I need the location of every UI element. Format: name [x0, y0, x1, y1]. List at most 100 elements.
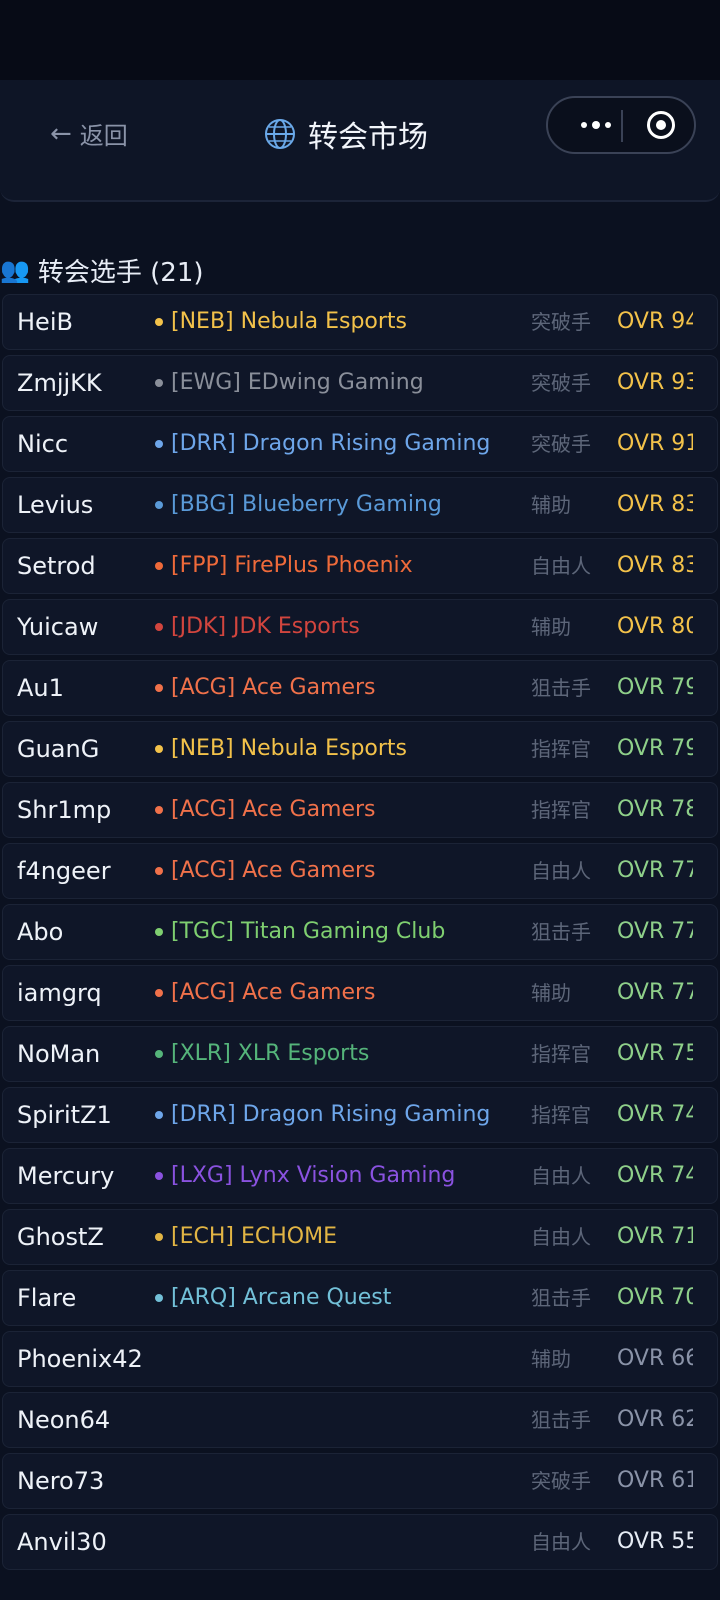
team-name: [DRR] Dragon Rising Gaming: [171, 431, 491, 456]
player-row[interactable]: Levius [BBG] Blueberry Gaming 辅助 OVR 83: [2, 477, 718, 533]
player-ovr: OVR 83: [617, 492, 693, 517]
team-name: [ACG] Ace Gamers: [171, 980, 376, 1005]
player-role: 辅助: [531, 493, 571, 517]
player-row[interactable]: NoMan [XLR] XLR Esports 指挥官 OVR 75: [2, 1026, 718, 1082]
player-row[interactable]: Anvil30 自由人 OVR 55: [2, 1514, 718, 1570]
team-color-dot: [155, 1172, 163, 1180]
player-row[interactable]: ZmjjKK [EWG] EDwing Gaming 突破手 OVR 93: [2, 355, 718, 411]
player-row[interactable]: Nicc [DRR] Dragon Rising Gaming 突破手 OVR 91: [2, 416, 718, 472]
player-team: [ACG] Ace Gamers: [155, 661, 376, 715]
player-ovr: OVR 77: [617, 858, 693, 883]
page-title-text: 转会市场: [308, 120, 428, 155]
player-role: 突破手: [531, 1469, 591, 1493]
player-row[interactable]: Shr1mp [ACG] Ace Gamers 指挥官 OVR 78: [2, 782, 718, 838]
player-role: 指挥官: [531, 737, 591, 761]
ovr-container: OVR 91: [617, 417, 693, 471]
team-name: [LXG] Lynx Vision Gaming: [171, 1163, 456, 1188]
team-color-dot: [155, 1111, 163, 1119]
ovr-container: OVR 93: [617, 356, 693, 410]
close-target-icon[interactable]: [647, 111, 675, 139]
player-name: Setrod: [17, 552, 96, 580]
player-row[interactable]: GhostZ [ECH] ECHOME 自由人 OVR 71: [2, 1209, 718, 1265]
page-title: 转会市场: [264, 112, 428, 156]
player-role: 狙击手: [531, 920, 591, 944]
team-name: [JDK] JDK Esports: [171, 614, 360, 639]
back-arrow-icon: ←: [50, 118, 72, 149]
player-ovr: OVR 62: [617, 1407, 693, 1432]
more-icon[interactable]: [576, 108, 616, 142]
team-color-dot: [155, 1294, 163, 1302]
player-row[interactable]: f4ngeer [ACG] Ace Gamers 自由人 OVR 77: [2, 843, 718, 899]
player-ovr: OVR 71: [617, 1224, 693, 1249]
team-color-dot: [155, 806, 163, 814]
player-row[interactable]: Neon64 狙击手 OVR 62: [2, 1392, 718, 1448]
player-ovr: OVR 77: [617, 919, 693, 944]
team-color-dot: [155, 379, 163, 387]
player-name: Neon64: [17, 1406, 111, 1434]
nav-bar: ← 返回 转会市场: [0, 80, 720, 186]
team-color-dot: [155, 318, 163, 326]
player-row[interactable]: Nero73 突破手 OVR 61: [2, 1453, 718, 1509]
ovr-container: OVR 79: [617, 661, 693, 715]
section-title: 转会选手 (21): [37, 257, 204, 288]
player-row[interactable]: iamgrq [ACG] Ace Gamers 辅助 OVR 77: [2, 965, 718, 1021]
player-role: 狙击手: [531, 1408, 591, 1432]
player-role: 指挥官: [531, 1103, 591, 1127]
player-team: [NEB] Nebula Esports: [155, 295, 407, 349]
player-row[interactable]: Au1 [ACG] Ace Gamers 狙击手 OVR 79: [2, 660, 718, 716]
ovr-container: OVR 83: [617, 539, 693, 593]
player-row[interactable]: Flare [ARQ] Arcane Quest 狙击手 OVR 70: [2, 1270, 718, 1326]
team-name: [NEB] Nebula Esports: [171, 309, 408, 334]
ovr-container: OVR 74: [617, 1088, 693, 1142]
status-bar: [0, 0, 720, 80]
ovr-container: OVR 77: [617, 966, 693, 1020]
player-ovr: OVR 66: [617, 1346, 693, 1371]
player-ovr: OVR 91: [617, 431, 693, 456]
team-color-dot: [155, 440, 163, 448]
player-row[interactable]: HeiB [NEB] Nebula Esports 突破手 OVR 94: [2, 294, 718, 350]
back-button[interactable]: ← 返回: [50, 116, 128, 151]
player-row[interactable]: Mercury [LXG] Lynx Vision Gaming 自由人 OVR 74: [2, 1148, 718, 1204]
player-name: Nicc: [17, 430, 69, 458]
player-role: 自由人: [531, 1225, 591, 1249]
player-row[interactable]: Yuicaw [JDK] JDK Esports 辅助 OVR 80: [2, 599, 718, 655]
team-color-dot: [155, 684, 163, 692]
player-ovr: OVR 79: [617, 675, 693, 700]
team-name: [TGC] Titan Gaming Club: [171, 919, 446, 944]
player-name: Flare: [17, 1284, 77, 1312]
player-row[interactable]: Setrod [FPP] FirePlus Phoenix 自由人 OVR 83: [2, 538, 718, 594]
player-ovr: OVR 77: [617, 980, 693, 1005]
team-name: [ACG] Ace Gamers: [171, 858, 376, 883]
player-team: [ACG] Ace Gamers: [155, 966, 376, 1020]
player-role: 辅助: [531, 615, 571, 639]
player-team: [ARQ] Arcane Quest: [155, 1271, 391, 1325]
ovr-container: OVR 77: [617, 905, 693, 959]
player-team: [TGC] Titan Gaming Club: [155, 905, 445, 959]
player-row[interactable]: Phoenix42 辅助 OVR 66: [2, 1331, 718, 1387]
player-row[interactable]: GuanG [NEB] Nebula Esports 指挥官 OVR 79: [2, 721, 718, 777]
player-role: 自由人: [531, 554, 591, 578]
player-name: Yuicaw: [17, 613, 99, 641]
player-role: 突破手: [531, 432, 591, 456]
team-color-dot: [155, 745, 163, 753]
player-row[interactable]: Abo [TGC] Titan Gaming Club 狙击手 OVR 77: [2, 904, 718, 960]
player-name: f4ngeer: [17, 857, 111, 885]
team-color-dot: [155, 989, 163, 997]
player-row[interactable]: SpiritZ1 [DRR] Dragon Rising Gaming 指挥官 OVR…: [2, 1087, 718, 1143]
player-role: 狙击手: [531, 1286, 591, 1310]
player-ovr: OVR 80: [617, 614, 693, 639]
player-team: [DRR] Dragon Rising Gaming: [155, 417, 490, 471]
player-name: HeiB: [17, 308, 73, 336]
ovr-container: OVR 74: [617, 1149, 693, 1203]
capsule-divider: [621, 110, 623, 142]
team-name: [ACG] Ace Gamers: [171, 797, 376, 822]
player-name: GhostZ: [17, 1223, 104, 1251]
player-team: [XLR] XLR Esports: [155, 1027, 369, 1081]
ovr-container: OVR 71: [617, 1210, 693, 1264]
globe-icon: [265, 119, 295, 149]
section-header: 👥 转会选手 (21): [0, 250, 204, 290]
player-ovr: OVR 61: [617, 1468, 693, 1493]
team-color-dot: [155, 1233, 163, 1241]
player-role: 指挥官: [531, 798, 591, 822]
player-role: 突破手: [531, 371, 591, 395]
